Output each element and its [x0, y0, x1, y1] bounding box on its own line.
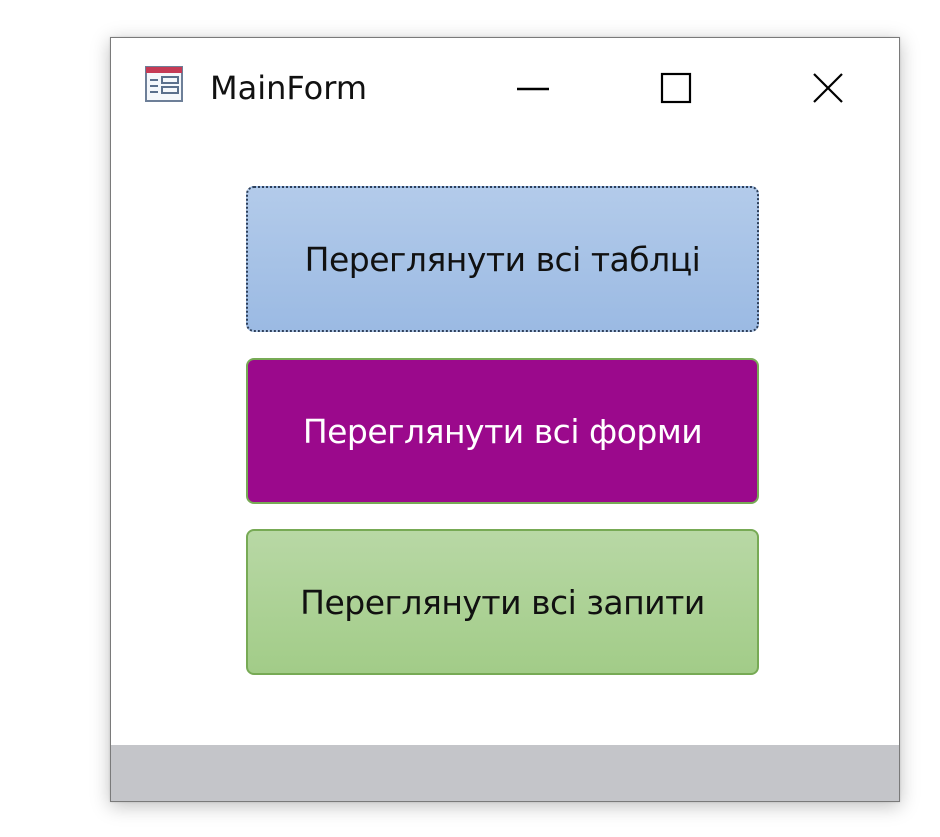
title-bar[interactable]: MainForm: [111, 38, 899, 138]
maximize-icon: [660, 72, 692, 104]
view-all-tables-button[interactable]: Переглянути всі таблці: [246, 186, 759, 332]
view-all-queries-button[interactable]: Переглянути всі запити: [246, 529, 759, 675]
form-body: Переглянути всі таблці Переглянути всі ф…: [111, 138, 899, 746]
close-icon: [813, 73, 843, 103]
minimize-icon: [517, 87, 549, 91]
window-title: MainForm: [210, 69, 367, 107]
close-button[interactable]: [798, 64, 858, 112]
status-bar: [111, 745, 899, 801]
maximize-button[interactable]: [646, 64, 706, 112]
view-all-forms-button[interactable]: Переглянути всі форми: [246, 358, 759, 504]
form-icon: [145, 66, 183, 102]
minimize-button[interactable]: [503, 64, 563, 112]
main-form-window: MainForm Переглянути всі таблці Переглян…: [110, 37, 900, 802]
